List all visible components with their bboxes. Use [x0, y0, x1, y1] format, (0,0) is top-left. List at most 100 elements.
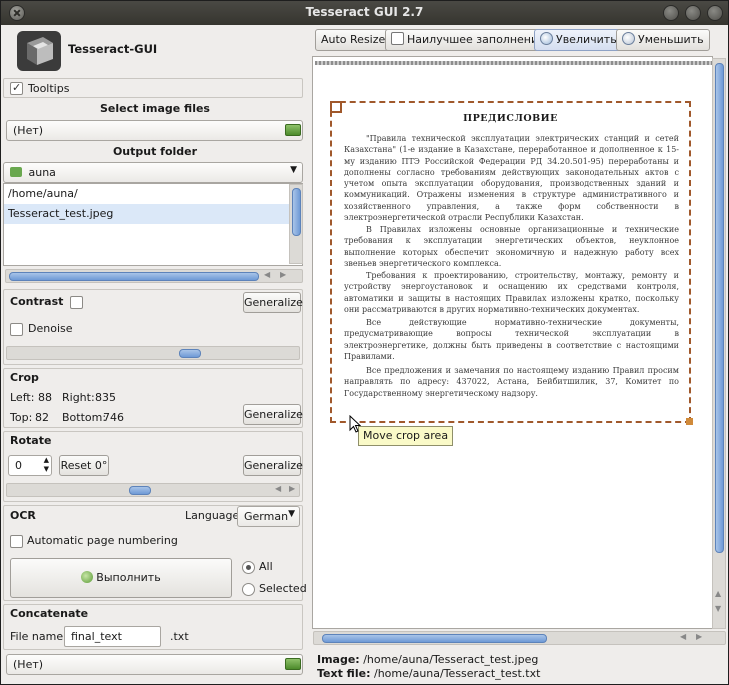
title-bar: Tesseract GUI 2.7 [1, 1, 728, 25]
contrast-section: Contrast Generalize Denoise [3, 289, 303, 365]
viewer-vertical-scrollbar[interactable]: ▲ ▼ [712, 58, 726, 629]
language-label: Language [185, 509, 240, 522]
best-fit-button[interactable]: Наилучшее заполнение [385, 29, 551, 51]
selected-pages-label: Selected [259, 582, 307, 595]
crop-generalize-button[interactable]: Generalize [243, 404, 303, 425]
output-file-list: /home/auna/ Tesseract_test.jpeg [3, 183, 303, 266]
status-image-path: /home/auna/Tesseract_test.jpeg [363, 653, 539, 666]
image-viewer[interactable]: ПРЕДИСЛОВИЕ "Правила технической эксплуа… [312, 56, 713, 629]
ocr-section: OCR Language German ▼ Automatic page num… [3, 505, 307, 601]
spin-arrows-icon[interactable]: ▲ ▼ [44, 456, 49, 474]
crop-left-label: Left: [10, 391, 35, 404]
denoise-label: Denoise [28, 322, 73, 335]
zoom-out-icon [622, 32, 635, 45]
document-page: ПРЕДИСЛОВИЕ "Правила технической эксплуа… [315, 61, 712, 626]
select-image-files-header: Select image files [100, 102, 210, 115]
open-image-icon[interactable] [285, 124, 301, 136]
language-combo[interactable]: German ▼ [237, 506, 300, 527]
minimize-window-button[interactable] [663, 5, 679, 21]
file-name-label: File name [10, 630, 64, 643]
rotate-slider[interactable]: ◀ ▶ [6, 483, 300, 497]
file-name-input[interactable]: final_text [64, 626, 161, 647]
window-title: Tesseract GUI 2.7 [305, 5, 424, 19]
concatenate-section: Concatenate File name final_text .txt [3, 604, 303, 650]
document-title: ПРЕДИСЛОВИЕ [463, 113, 558, 124]
status-text-path: /home/auna/Tesseract_test.txt [373, 667, 541, 680]
crop-bottom-right-handle[interactable] [686, 418, 693, 425]
viewer-horizontal-scrollbar[interactable]: ◀ ▶ [313, 631, 726, 645]
file-extension-label: .txt [170, 630, 189, 643]
tooltips-checkbox[interactable] [10, 81, 23, 95]
status-image-label: Image: [317, 653, 360, 666]
crop-right-value: 835 [95, 391, 116, 404]
image-files-value: (Нет) [13, 124, 44, 137]
list-item[interactable]: Tesseract_test.jpeg [4, 204, 302, 224]
document-paragraph: Все предложения и замечания по настоящем… [344, 366, 679, 398]
chevron-down-icon: ▼ [290, 165, 297, 175]
auto-resize-button[interactable]: Auto Resize [315, 29, 392, 51]
output-folder-combo[interactable]: auna ▼ [3, 162, 303, 183]
status-text-label: Text file: [317, 667, 371, 680]
crop-section: Crop Left: 88 Right: 835 Top: 82 Bottom:… [3, 368, 303, 428]
denoise-checkbox[interactable] [10, 323, 23, 336]
concatenate-combo-value: (Нет) [13, 658, 44, 671]
crop-top-left-handle[interactable] [330, 101, 342, 113]
zoom-out-button[interactable]: Уменьшить [616, 29, 710, 51]
list-item[interactable]: /home/auna/ [4, 184, 302, 204]
run-ocr-button[interactable]: Выполнить [10, 558, 232, 598]
crop-top-value: 82 [35, 411, 49, 424]
contrast-generalize-button[interactable]: Generalize [243, 292, 303, 313]
document-paragraph: "Правила технической эксплуатации электр… [344, 134, 679, 223]
file-name-value: final_text [71, 630, 122, 643]
run-ocr-label: Выполнить [96, 571, 161, 584]
save-concatenate-icon[interactable] [285, 658, 301, 670]
output-folder-value: auna [28, 166, 56, 179]
document-paragraph: Все действующие нормативно-технические д… [344, 318, 679, 361]
tooltips-label: Tooltips [28, 82, 70, 95]
concatenate-combo[interactable]: (Нет) [6, 654, 303, 675]
auto-page-numbering-checkbox[interactable] [10, 535, 23, 548]
crop-header: Crop [10, 371, 39, 384]
crop-area[interactable]: ПРЕДИСЛОВИЕ "Правила технической эксплуа… [330, 101, 693, 425]
rotate-spinbox[interactable]: 0 ▲ ▼ [8, 455, 52, 476]
rotate-section: Rotate 0 ▲ ▼ Reset 0° Generalize ◀ ▶ [3, 431, 303, 502]
zoom-in-button[interactable]: Увеличить [534, 29, 623, 51]
status-image-row: Image: /home/auna/Tesseract_test.jpeg [317, 653, 538, 666]
rotate-header: Rotate [10, 434, 52, 447]
output-folder-header: Output folder [112, 145, 198, 158]
rotate-generalize-button[interactable]: Generalize [243, 455, 303, 476]
crop-left-value: 88 [38, 391, 52, 404]
best-fit-icon [391, 32, 404, 45]
crop-bottom-label: Bottom: [62, 411, 107, 424]
file-list-horizontal-scrollbar[interactable]: ◀ ▶ [5, 269, 303, 283]
selected-pages-radio[interactable] [242, 583, 255, 596]
close-window-button[interactable] [707, 5, 723, 21]
zoom-out-label: Уменьшить [638, 33, 704, 46]
folder-icon [10, 167, 22, 177]
contrast-checkbox[interactable] [70, 296, 83, 309]
maximize-window-button[interactable] [685, 5, 701, 21]
document-paragraph: В Правилах изложены основные организацио… [344, 225, 679, 268]
zoom-in-icon [540, 32, 553, 45]
all-pages-label: All [259, 560, 273, 573]
contrast-slider[interactable] [6, 346, 300, 360]
reset-rotation-button[interactable]: Reset 0° [59, 455, 109, 476]
image-files-combo[interactable]: (Нет) [6, 120, 303, 141]
tesseract-logo-icon [17, 31, 61, 71]
move-crop-area-tooltip: Move crop area [358, 426, 454, 446]
all-pages-radio[interactable] [242, 561, 255, 574]
main-window: Tesseract GUI 2.7 Tesseract-GUI Tooltips… [0, 0, 729, 685]
auto-page-numbering-label: Automatic page numbering [27, 534, 178, 547]
zoom-in-label: Увеличить [556, 33, 617, 46]
file-list-vertical-scrollbar[interactable] [289, 184, 303, 264]
app-name: Tesseract-GUI [68, 42, 158, 56]
rotate-value: 0 [15, 459, 22, 472]
document-paragraph: Требования к проектированию, строительст… [344, 271, 679, 314]
contrast-label: Contrast [10, 295, 64, 308]
concatenate-header: Concatenate [10, 607, 89, 620]
ocr-header: OCR [10, 509, 36, 522]
mouse-pointer-icon [349, 415, 361, 433]
run-icon [81, 571, 94, 583]
crop-top-label: Top: [10, 411, 33, 424]
tooltips-row: Tooltips [3, 78, 303, 98]
